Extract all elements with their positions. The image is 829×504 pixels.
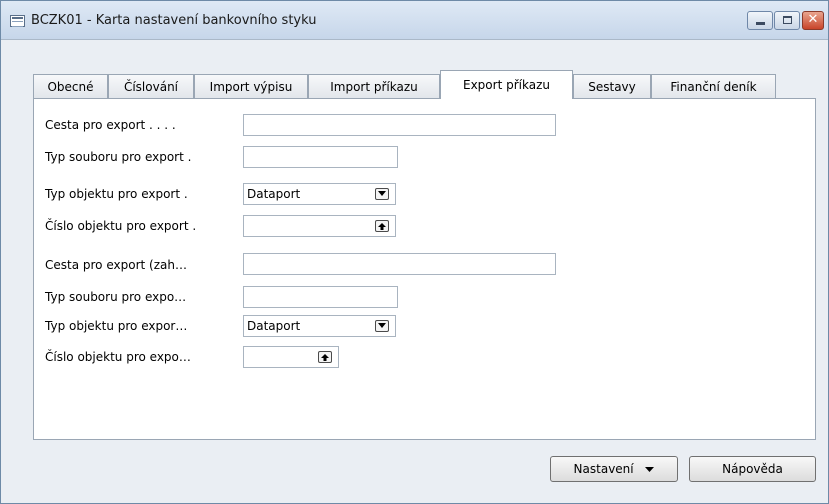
typ-objektu-pro-expor-select[interactable]: Dataport [243, 315, 396, 337]
typ-objektu-pro-export-value: Dataport [247, 187, 301, 201]
cesta-pro-export-zah-input[interactable] [243, 253, 556, 275]
label-cesta-pro-export: Cesta pro export . . . . [45, 118, 176, 132]
close-button[interactable]: ✕ [802, 11, 824, 30]
dropdown-arrow-icon[interactable] [375, 320, 389, 332]
form-icon [10, 15, 25, 27]
typ-souboru-pro-expo-input[interactable] [243, 286, 398, 308]
chevron-down-icon [645, 466, 655, 472]
dropdown-arrow-icon[interactable] [375, 188, 389, 200]
tab-obecne[interactable]: Obecné [33, 74, 108, 98]
label-typ-objektu-pro-expor: Typ objektu pro expor… [45, 319, 188, 333]
window-title: BCZK01 - Karta nastavení bankovního styk… [31, 13, 317, 28]
typ-objektu-pro-export-select[interactable]: Dataport [243, 183, 396, 205]
typ-souboru-pro-export-input[interactable] [243, 146, 398, 168]
label-cislo-objektu-pro-export: Číslo objektu pro export . [45, 219, 197, 233]
nastaveni-label: Nastavení [573, 462, 634, 476]
tab-import-vypisu[interactable]: Import výpisu [194, 74, 308, 98]
cislo-objektu-pro-expo-input[interactable] [243, 346, 339, 368]
close-icon: ✕ [807, 12, 819, 27]
tab-financni-denik[interactable]: Finanční deník [651, 74, 776, 98]
tab-sestavy[interactable]: Sestavy [573, 74, 651, 98]
label-typ-objektu-pro-export: Typ objektu pro export . [45, 187, 188, 201]
cislo-objektu-pro-export-input[interactable] [243, 215, 396, 237]
minimize-icon [756, 22, 765, 25]
tab-import-prikazu[interactable]: Import příkazu [308, 74, 440, 98]
typ-objektu-pro-expor-value: Dataport [247, 319, 301, 333]
maximize-button[interactable] [774, 11, 800, 30]
lookup-arrow-icon[interactable] [375, 220, 389, 232]
napoveda-button[interactable]: Nápověda [689, 456, 816, 482]
cesta-pro-export-input[interactable] [243, 114, 556, 136]
tab-cislovani[interactable]: Číslování [108, 74, 194, 98]
label-typ-souboru-pro-expo: Typ souboru pro expo… [45, 290, 187, 304]
nastaveni-button[interactable]: Nastavení [550, 456, 678, 482]
label-typ-souboru-pro-export: Typ souboru pro export . [45, 150, 192, 164]
maximize-icon [783, 16, 792, 24]
label-cesta-pro-export-zah: Cesta pro export (zah… [45, 258, 187, 272]
minimize-button[interactable] [747, 11, 773, 30]
label-cislo-objektu-pro-expo: Číslo objektu pro expo… [45, 350, 191, 364]
title-bar[interactable]: BCZK01 - Karta nastavení bankovního styk… [1, 1, 828, 40]
tab-export-prikazu[interactable]: Export příkazu [440, 70, 573, 99]
lookup-arrow-icon[interactable] [318, 351, 332, 363]
